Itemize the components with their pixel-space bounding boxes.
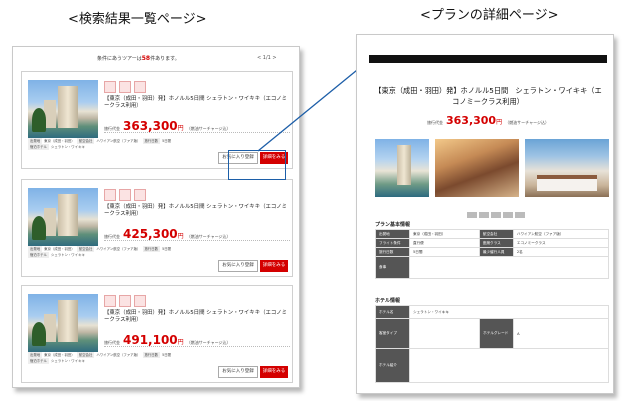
- plan-title[interactable]: 【東京（成田・羽田）発】ホノルル5日間 シェラトン・ワイキキ（エコノミークラス利…: [104, 310, 290, 324]
- result-card: 【東京（成田・羽田）発】ホノルル5日間 シェラトン・ワイキキ（エコノミークラス利…: [21, 285, 293, 383]
- add-favorite-button[interactable]: お気に入り登録: [218, 260, 258, 272]
- tag-badge: [134, 295, 146, 307]
- detail-price-row: 旅行代金 363,300円 （燃油サーチャージ込）: [371, 109, 605, 128]
- detail-label: 宿泊ホテル: [28, 144, 49, 150]
- price-note: （燃油サーチャージ込）: [186, 234, 231, 239]
- result-suffix: 件あります。: [150, 56, 180, 62]
- tag-badge: [119, 189, 131, 201]
- tag-badge: [104, 81, 116, 93]
- result-prefix: 条件にあうツアーは: [97, 56, 142, 62]
- detail-label: 宿泊ホテル: [28, 358, 49, 364]
- price-value: 363,300: [445, 114, 497, 127]
- price-label: 旅行代金: [104, 126, 120, 131]
- price-yen: 円: [177, 233, 184, 240]
- detail-value: シェラトン・ワイキキ: [50, 359, 85, 363]
- result-summary: 条件にあうツアーは58件あります。: [97, 55, 180, 62]
- divider: [104, 346, 290, 349]
- plan-tags: [104, 78, 149, 97]
- price-value: 425,300: [123, 227, 178, 241]
- divider: [104, 132, 290, 135]
- detail-value: シェラトン・ワイキキ: [50, 253, 85, 257]
- detail-value: 東京（成田・羽田）: [44, 247, 75, 251]
- price-yen: 円: [177, 125, 184, 132]
- price-value: 363,300: [123, 119, 178, 133]
- price-value: 491,100: [123, 333, 178, 347]
- detail-label: 旅行日数: [142, 138, 161, 144]
- detail-value: 東京（成田・羽田）: [44, 353, 75, 357]
- tag-badge: [119, 81, 131, 93]
- price-label: 旅行代金: [426, 120, 443, 125]
- plan-detail-panel: 【東京（成田・羽田）発】ホノルル5日間 シェラトン・ワイキキ（エコノミークラス利…: [356, 34, 614, 394]
- detail-value: ハワイアン航空（ファア版）: [96, 353, 141, 357]
- detail-value: シェラトン・ワイキキ: [50, 145, 85, 149]
- price-yen: 円: [496, 119, 503, 126]
- price-yen: 円: [177, 339, 184, 346]
- price-note: （燃油サーチャージ込）: [505, 120, 549, 125]
- hotel-photo[interactable]: [28, 80, 98, 138]
- top-navigation: [369, 55, 607, 63]
- photo-thumbnails[interactable]: [467, 203, 527, 222]
- hotel-exterior-photo[interactable]: [375, 139, 429, 197]
- highlight-box: [228, 150, 286, 180]
- hotel-room-photo[interactable]: [525, 139, 609, 197]
- detail-page-heading: <プランの詳細ページ>: [420, 8, 559, 23]
- view-details-button[interactable]: 詳細をみる: [260, 260, 288, 272]
- result-count: 58: [141, 55, 151, 62]
- view-details-button[interactable]: 詳細をみる: [260, 366, 288, 378]
- detail-value: 5日間: [162, 139, 172, 143]
- tag-badge: [104, 295, 116, 307]
- price-label: 旅行代金: [104, 340, 120, 345]
- plan-title[interactable]: 【東京（成田・羽田）発】ホノルル5日間 シェラトン・ワイキキ（エコノミークラス利…: [104, 96, 290, 110]
- detail-label: 旅行日数: [142, 246, 161, 252]
- hotel-restaurant-photo[interactable]: [435, 139, 519, 197]
- detail-value: 5日間: [162, 353, 172, 357]
- plan-tags: [104, 292, 149, 311]
- pager[interactable]: < 1/1 >: [257, 55, 277, 61]
- price-note: （燃油サーチャージ込）: [186, 340, 231, 345]
- tag-badge: [134, 81, 146, 93]
- plan-title[interactable]: 【東京（成田・羽田）発】ホノルル5日間 シェラトン・ワイキキ（エコノミークラス利…: [104, 204, 290, 218]
- tag-badge: [134, 189, 146, 201]
- detail-value: 5日間: [162, 247, 172, 251]
- section-title-basic: プラン基本情報: [375, 222, 411, 228]
- detail-label: 旅行日数: [142, 352, 161, 358]
- hotel-photo[interactable]: [28, 294, 98, 352]
- price-label: 旅行代金: [104, 234, 120, 239]
- basic-info-table: 出発地 東京（成田・羽田） 航空会社 ハワイアン航空（ファア版） フライト条件 直行便座…: [375, 229, 610, 279]
- detail-value: ハワイアン航空（ファア版）: [96, 139, 141, 143]
- plan-detail-grid: 出発地 東京（成田・羽田） 航空会社 ハワイアン航空（ファア版） 旅行日数 5日間 宿…: [28, 352, 288, 364]
- detail-value: 東京（成田・羽田）: [44, 139, 75, 143]
- hotel-info-table: ホテル名 シェラトン・ワイキキ 客室タイプ ホテルグレード A ホテル紹介: [375, 305, 609, 383]
- tag-badge: [119, 295, 131, 307]
- price-note: （燃油サーチャージ込）: [186, 126, 231, 131]
- hotel-photo[interactable]: [28, 188, 98, 246]
- plan-tags: [104, 186, 149, 205]
- detail-title: 【東京（成田・羽田）発】ホノルル5日間 シェラトン・ワイキキ（エコノミークラス利…: [374, 86, 602, 106]
- list-page-heading: <検索結果一覧ページ>: [68, 12, 207, 27]
- divider: [104, 240, 290, 243]
- search-results-panel: 条件にあうツアーは58件あります。 < 1/1 > 【東京（成田・羽田）発】ホノ…: [12, 46, 300, 388]
- detail-value: ハワイアン航空（ファア版）: [96, 247, 141, 251]
- detail-label: 宿泊ホテル: [28, 252, 49, 258]
- tag-badge: [104, 189, 116, 201]
- add-favorite-button[interactable]: お気に入り登録: [218, 366, 258, 378]
- plan-detail-grid: 出発地 東京（成田・羽田） 航空会社 ハワイアン航空（ファア版） 旅行日数 5日間 宿…: [28, 138, 288, 150]
- section-title-hotel: ホテル情報: [375, 298, 401, 304]
- result-card: 【東京（成田・羽田）発】ホノルル5日間 シェラトン・ワイキキ（エコノミークラス利…: [21, 179, 293, 277]
- plan-detail-grid: 出発地 東京（成田・羽田） 航空会社 ハワイアン航空（ファア版） 旅行日数 5日間 宿…: [28, 246, 288, 258]
